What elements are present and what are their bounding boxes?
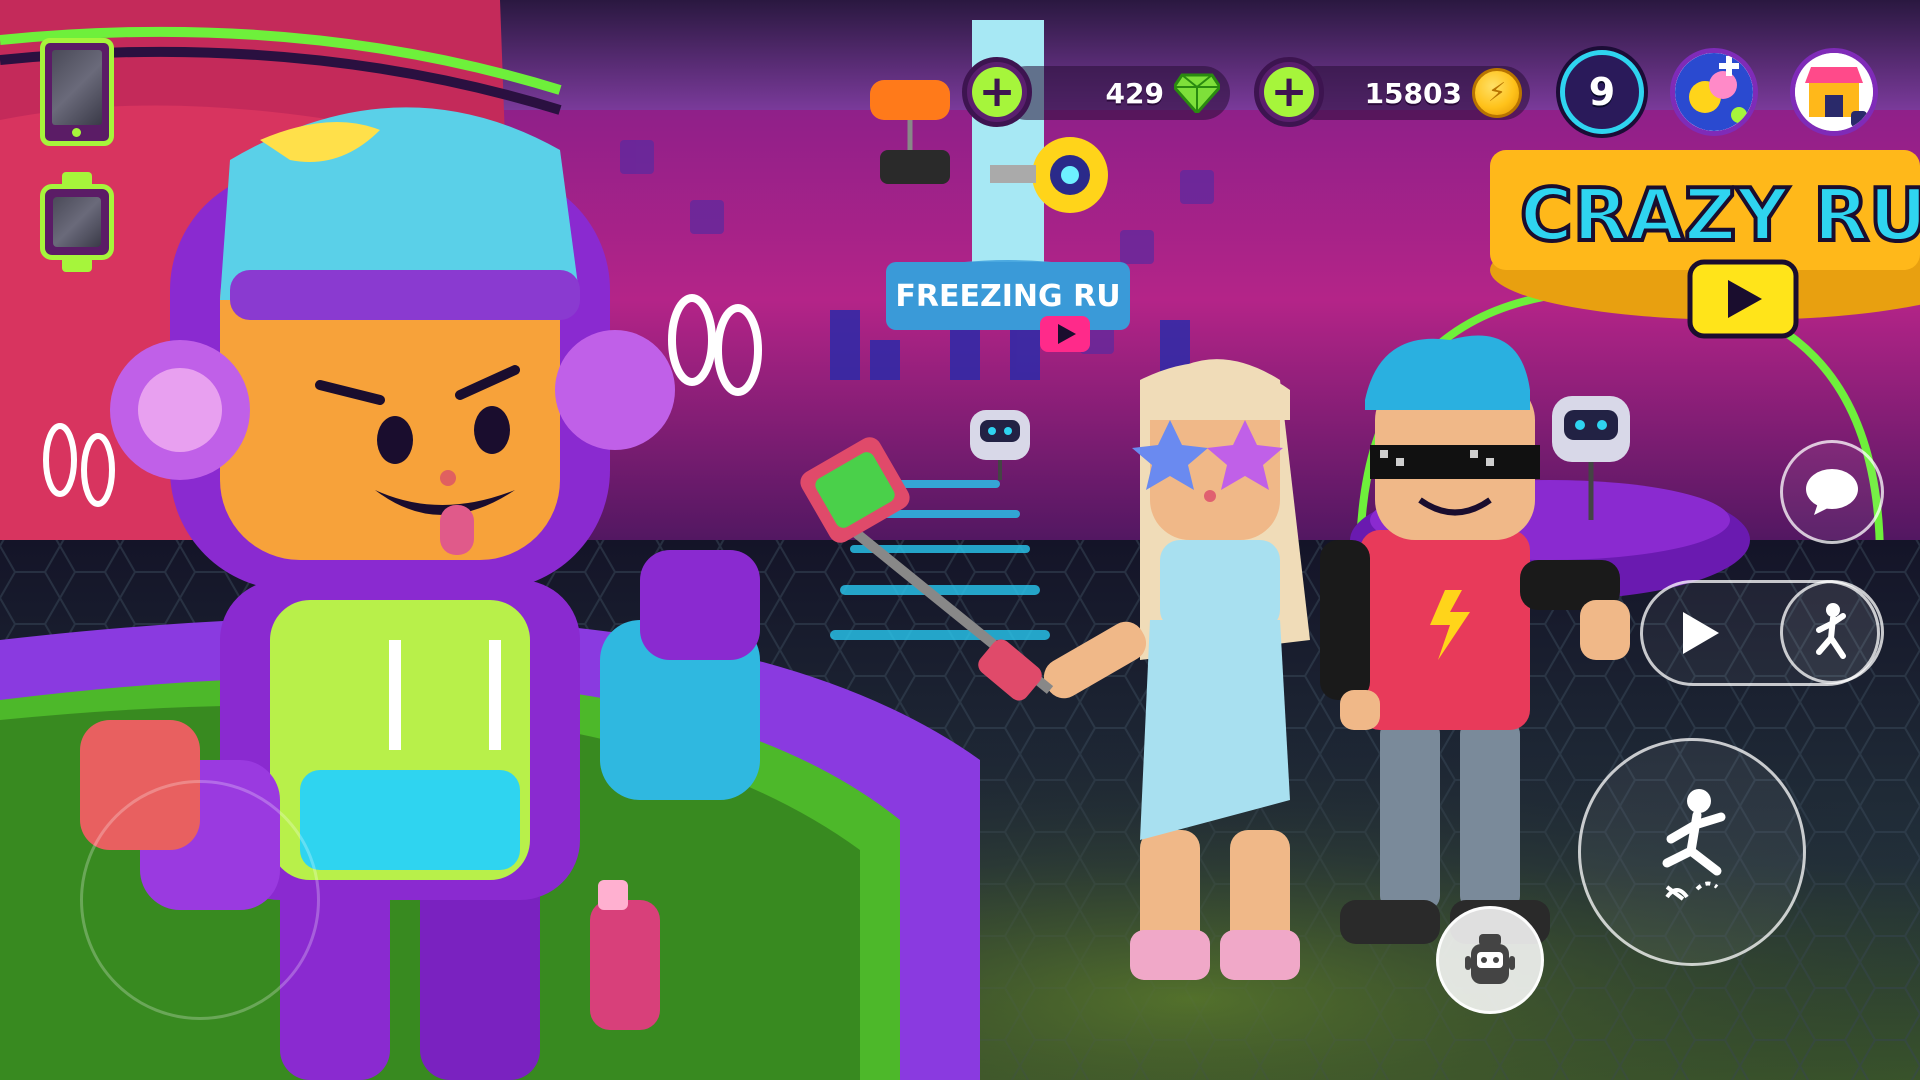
avatar-button[interactable] [1436,906,1544,1014]
watch-icon [40,184,114,260]
watch-screen [53,197,101,247]
jump-icon [1662,789,1726,901]
coin-icon: ⚡ [1472,68,1522,118]
gems-counter: 429 [1000,66,1230,120]
gems-value: 429 [1105,76,1164,110]
friends-button[interactable] [1670,48,1758,136]
shop-icon [1795,53,1873,131]
jump-button[interactable] [1578,738,1806,966]
svg-text:CRAZY RU: CRAZY RU [1520,173,1920,257]
dance-icon [1816,603,1846,659]
smartwatch-button[interactable] [40,172,114,272]
level-badge[interactable]: 9 [1560,50,1644,134]
add-gems-button[interactable]: + [962,57,1032,127]
chat-button[interactable] [1780,440,1884,544]
shop-button[interactable] [1790,48,1878,136]
phone-button[interactable] [40,38,114,146]
level-value: 9 [1588,70,1616,114]
movement-joystick[interactable] [80,780,320,1020]
friends-icon [1675,53,1753,131]
plus-icon: + [1264,67,1314,117]
chat-icon [1806,469,1858,515]
coins-counter: 15803 ⚡ [1290,66,1530,120]
crazy-run-sign: CRAZY RU [1518,171,1920,259]
phone-home-dot [72,128,81,137]
phone-icon [52,50,102,125]
gem-icon [1174,73,1220,113]
add-coins-button[interactable]: + [1254,57,1324,127]
coins-value: 15803 [1364,76,1462,110]
dance-button[interactable] [1780,580,1884,684]
watch-strap-bottom [62,256,92,272]
plus-icon: + [972,67,1022,117]
play-icon [1683,612,1719,654]
freezing-run-sign: FREEZING RU [895,279,1120,314]
emote-play-button[interactable] [1650,585,1746,681]
avatar-icon [1465,934,1515,984]
